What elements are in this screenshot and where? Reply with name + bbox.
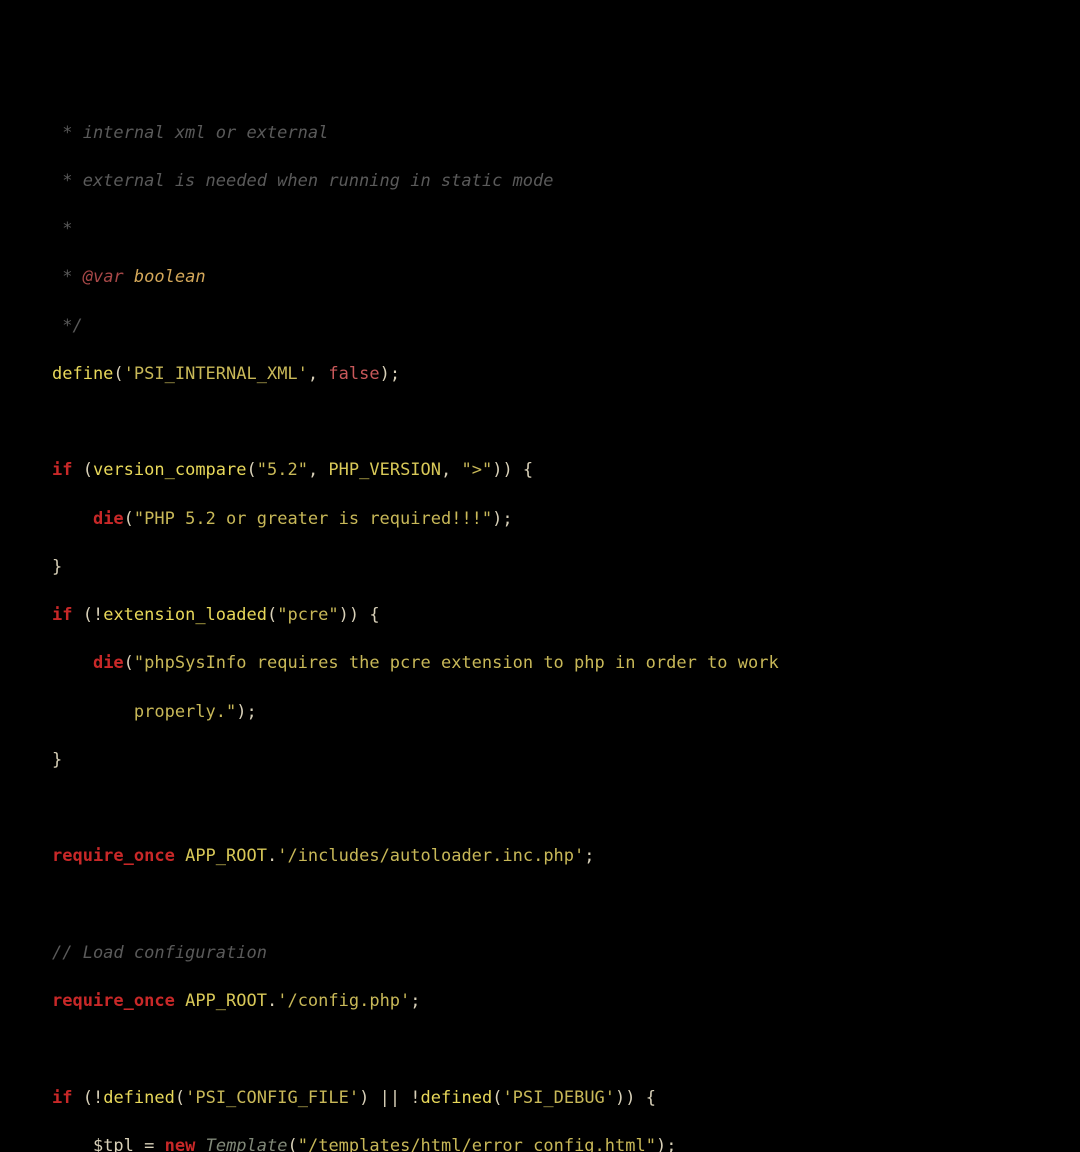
- doc-comment: *: [52, 267, 83, 287]
- constant: APP_ROOT: [185, 991, 267, 1011]
- code-line: require_once APP_ROOT.'/config.php';: [52, 989, 1080, 1013]
- code-line: [52, 410, 1080, 434]
- code-line: [52, 796, 1080, 820]
- punct: (: [287, 1136, 297, 1152]
- code-line: * internal xml or external: [52, 121, 1080, 145]
- punct: (: [124, 653, 134, 673]
- string: "/templates/html/error_config.html": [298, 1136, 656, 1152]
- doc-comment: * internal xml or external: [52, 123, 328, 143]
- code-line: [52, 893, 1080, 917]
- code-line: $tpl = new Template("/templates/html/err…: [52, 1134, 1080, 1152]
- function-call: version_compare: [93, 460, 247, 480]
- operator: .: [267, 846, 277, 866]
- code-line: [52, 1037, 1080, 1061]
- punct: );: [236, 702, 256, 722]
- code-line: *: [52, 217, 1080, 241]
- punct: );: [492, 509, 512, 529]
- punct: ;: [584, 846, 594, 866]
- punct: ) || !: [359, 1088, 420, 1108]
- keyword: if: [52, 1088, 72, 1108]
- space: [175, 991, 185, 1011]
- punct: (: [72, 460, 92, 480]
- punct: }: [52, 557, 62, 577]
- boolean: false: [328, 364, 379, 384]
- string: '/includes/autoloader.inc.php': [277, 846, 584, 866]
- string: '/config.php': [277, 991, 410, 1011]
- code-line: if (!extension_loaded("pcre")) {: [52, 603, 1080, 627]
- code-line: // Load configuration: [52, 941, 1080, 965]
- code-line: properly.");: [52, 700, 1080, 724]
- keyword: new: [165, 1136, 196, 1152]
- punct: )) {: [615, 1088, 656, 1108]
- punct: (!: [72, 1088, 103, 1108]
- function-call: define: [52, 364, 113, 384]
- code-line: }: [52, 748, 1080, 772]
- function-call: defined: [103, 1088, 175, 1108]
- code-line: * @var boolean: [52, 265, 1080, 289]
- doc-comment: *: [52, 219, 72, 239]
- punct: (: [113, 364, 123, 384]
- punct: (: [492, 1088, 502, 1108]
- doc-comment: */: [52, 316, 83, 336]
- keyword: if: [52, 460, 72, 480]
- code-line: die("phpSysInfo requires the pcre extens…: [52, 651, 1080, 675]
- keyword: if: [52, 605, 72, 625]
- constant: PHP_VERSION: [328, 460, 441, 480]
- punct: )) {: [339, 605, 380, 625]
- string: "phpSysInfo requires the pcre extension …: [134, 653, 779, 673]
- punct: ,: [441, 460, 461, 480]
- code-line: * external is needed when running in sta…: [52, 169, 1080, 193]
- punct: (: [247, 460, 257, 480]
- code-line: require_once APP_ROOT.'/includes/autoloa…: [52, 844, 1080, 868]
- string: 'PSI_CONFIG_FILE': [185, 1088, 359, 1108]
- doc-type: boolean: [124, 267, 206, 287]
- keyword: require_once: [52, 846, 175, 866]
- punct: (!: [72, 605, 103, 625]
- string: ">": [462, 460, 493, 480]
- function-call: defined: [421, 1088, 493, 1108]
- constant: APP_ROOT: [185, 846, 267, 866]
- doc-comment: * external is needed when running in sta…: [52, 171, 554, 191]
- punct: ,: [308, 364, 328, 384]
- code-editor[interactable]: * internal xml or external * external is…: [0, 97, 1080, 1152]
- punct: (: [267, 605, 277, 625]
- keyword: die: [93, 509, 124, 529]
- code-line: if (!defined('PSI_CONFIG_FILE') || !defi…: [52, 1086, 1080, 1110]
- doc-tag: @var: [83, 267, 124, 287]
- punct: );: [380, 364, 400, 384]
- keyword: require_once: [52, 991, 175, 1011]
- punct: (: [175, 1088, 185, 1108]
- line-comment: // Load configuration: [52, 943, 267, 963]
- variable: $tpl: [93, 1136, 134, 1152]
- code-line: if (version_compare("5.2", PHP_VERSION, …: [52, 458, 1080, 482]
- code-line: }: [52, 555, 1080, 579]
- punct: ;: [410, 991, 420, 1011]
- function-call: extension_loaded: [103, 605, 267, 625]
- code-line: define('PSI_INTERNAL_XML', false);: [52, 362, 1080, 386]
- string: "pcre": [277, 605, 338, 625]
- string: 'PSI_INTERNAL_XML': [124, 364, 308, 384]
- space: [175, 846, 185, 866]
- punct: }: [52, 750, 62, 770]
- class-name: Template: [206, 1136, 288, 1152]
- operator: .: [267, 991, 277, 1011]
- string: 'PSI_DEBUG': [502, 1088, 615, 1108]
- punct: (: [124, 509, 134, 529]
- code-line: */: [52, 314, 1080, 338]
- keyword: die: [93, 653, 124, 673]
- operator: =: [134, 1136, 165, 1152]
- punct: )) {: [492, 460, 533, 480]
- space: [195, 1136, 205, 1152]
- punct: ,: [308, 460, 328, 480]
- string: "5.2": [257, 460, 308, 480]
- code-line: die("PHP 5.2 or greater is required!!!")…: [52, 507, 1080, 531]
- string: properly.": [52, 702, 236, 722]
- string: "PHP 5.2 or greater is required!!!": [134, 509, 492, 529]
- punct: );: [656, 1136, 676, 1152]
